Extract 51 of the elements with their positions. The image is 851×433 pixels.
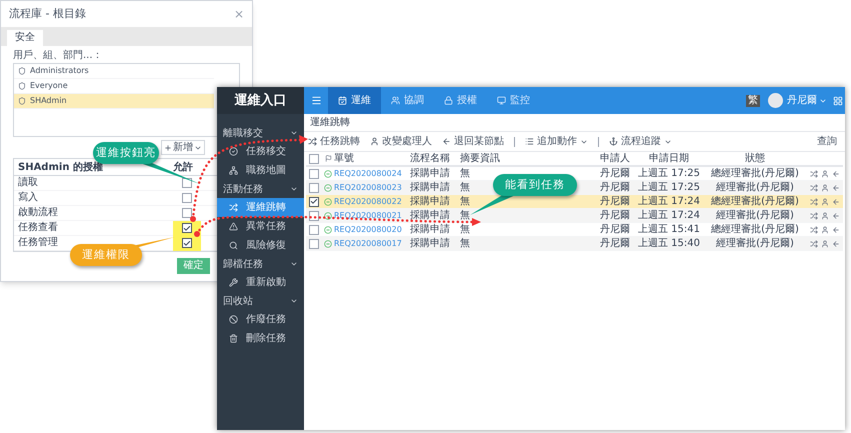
table-cell-text: 丹尼爾	[599, 167, 631, 181]
table-cell-text: 無	[460, 223, 470, 237]
table-cell-text: 總經理審批(丹尼爾)	[710, 166, 800, 181]
sidebar-section: 活動任務	[223, 182, 263, 196]
table-cell-text: 無	[460, 237, 470, 251]
table-cell-text: 採購申請	[410, 208, 451, 223]
table-cell-text: 丹尼爾	[599, 195, 631, 209]
table-cell-text: 採購申請	[410, 236, 451, 251]
permission-label: 寫入	[18, 193, 38, 203]
sidebar-section: 離職移交	[223, 126, 263, 140]
column-header: 摘要資訊	[460, 152, 501, 166]
table-cell-text: 丹尼爾	[599, 237, 631, 251]
table-cell-text: 採購申請	[410, 180, 451, 195]
table-cell-text: 經理審批(丹尼爾)	[715, 208, 795, 223]
table-cell-text: 上週五 17:24	[637, 194, 701, 209]
permission-label: 任務管理	[18, 238, 58, 248]
column-header: 狀態	[744, 152, 766, 166]
app-title: 運維入口	[234, 92, 286, 110]
table-cell-text: 上週五 15:40	[637, 236, 701, 251]
table-header: 允許	[173, 160, 194, 174]
permission-label: 啟動流程	[18, 208, 58, 218]
table-cell-text: 上週五 17:25	[637, 166, 701, 181]
dialog-title: 流程庫 - 根目錄	[9, 6, 86, 22]
callout-bubble: 能看到任務	[493, 174, 577, 196]
table-cell-text: 採購申請	[410, 166, 451, 181]
table-cell-text: 丹尼爾	[599, 209, 631, 223]
table-cell-text: 無	[460, 209, 470, 223]
table-cell-text: 無	[460, 167, 470, 181]
table-cell-text: 無	[460, 181, 470, 195]
sidebar-section: 歸檔任務	[223, 256, 263, 272]
table-cell-text: 經理審批(丹尼爾)	[715, 236, 795, 251]
table-cell-text: 採購申請	[410, 222, 451, 237]
table-cell-text: 丹尼爾	[599, 223, 631, 237]
table-cell-text: 無	[460, 195, 470, 209]
field-label: 用戶、組、部門...：	[13, 49, 104, 63]
table-cell-text: 總經理審批(丹尼爾)	[710, 194, 800, 209]
table-cell-text: 採購申請	[410, 194, 451, 209]
column-header: 申請人	[599, 152, 631, 166]
column-header: 申請日期	[648, 152, 690, 166]
table-cell-text: 上週五 15:41	[637, 222, 701, 237]
permission-label: 讀取	[18, 178, 38, 188]
table-cell-text: 經理審批(丹尼爾)	[715, 180, 795, 195]
column-header: 單號	[334, 152, 355, 166]
breadcrumb: 運維跳轉	[310, 116, 350, 130]
table-cell-text: 上週五 17:24	[637, 208, 701, 223]
table-cell-text: 丹尼爾	[599, 181, 631, 195]
table-cell-text: 總經理審批(丹尼爾)	[710, 222, 800, 237]
table-cell-text: 上週五 17:25	[637, 180, 701, 195]
permission-label: 任務查看	[18, 223, 58, 233]
sidebar-section: 回收站	[223, 294, 253, 308]
column-header: 流程名稱	[410, 152, 451, 166]
